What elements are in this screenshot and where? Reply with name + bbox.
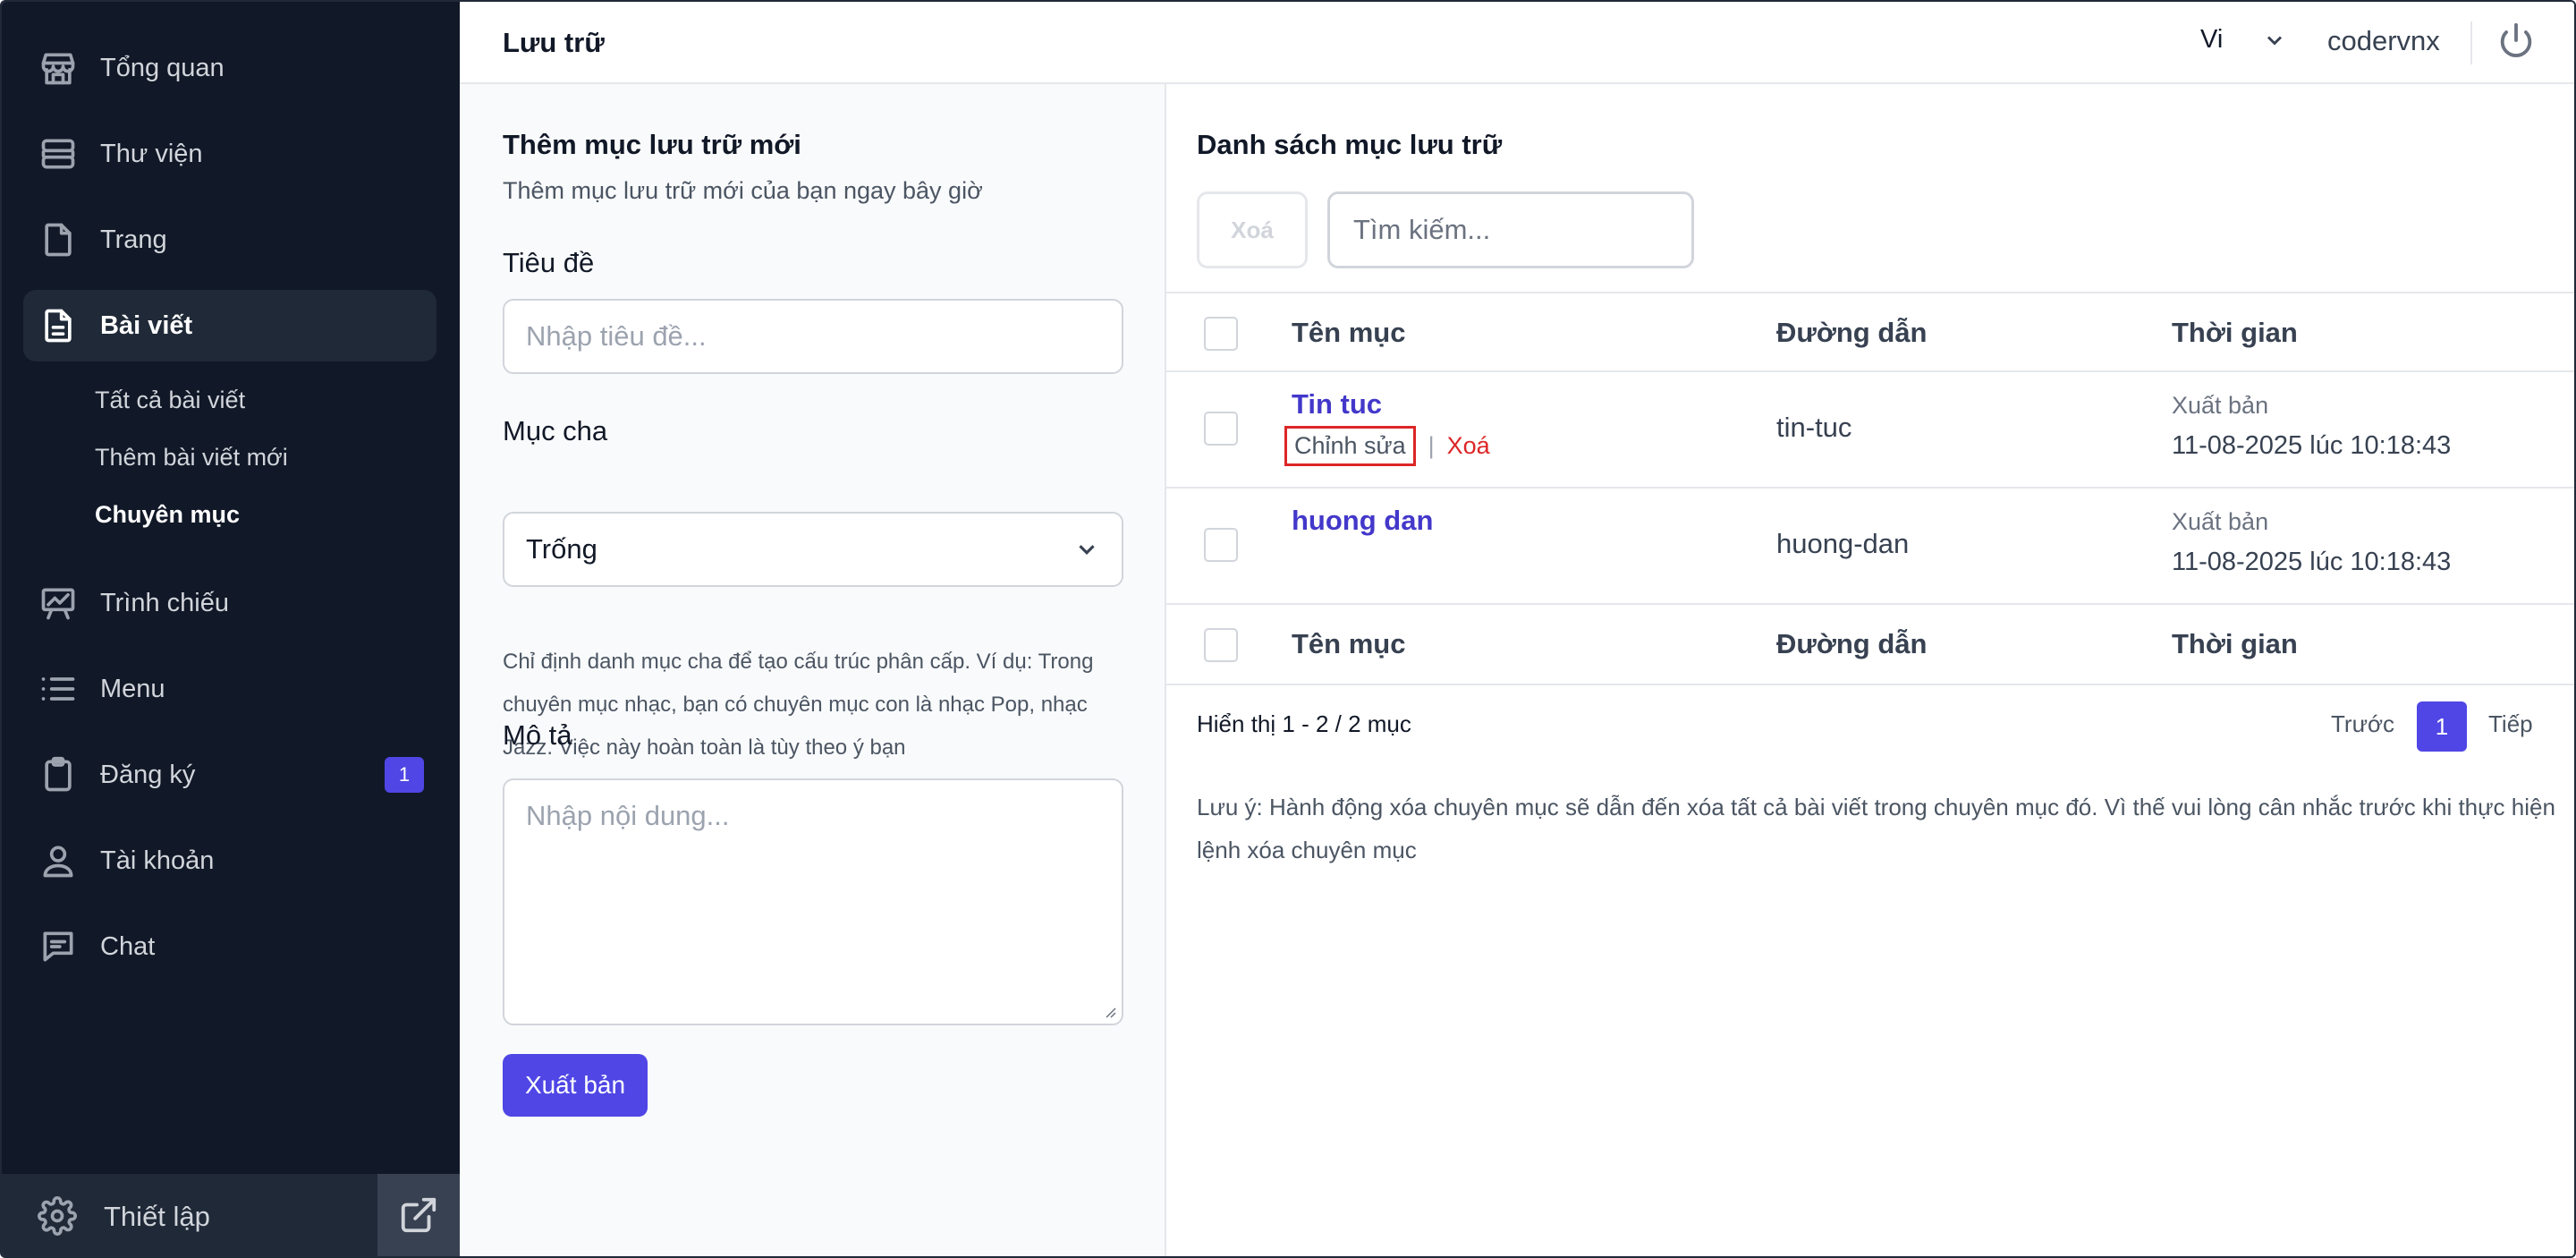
language-value: Vi <box>2200 25 2224 54</box>
list-icon <box>38 668 79 710</box>
parent-label: Mục cha <box>503 415 608 446</box>
category-list: Danh sách mục lưu trữ Xoá Tìm kiếm... Tê… <box>1166 84 2574 1256</box>
sidebar-item-library[interactable]: Thư viện <box>23 118 436 190</box>
publish-date: 11-08-2025 lúc 10:18:43 <box>2172 431 2452 460</box>
sidebar-item-label: Tổng quan <box>100 53 225 82</box>
sidebar-item-label: Thư viện <box>100 139 203 168</box>
form-heading: Thêm mục lưu trữ mới <box>503 129 801 160</box>
chat-icon <box>38 926 79 967</box>
edit-link[interactable]: Chỉnh sửa <box>1284 426 1416 466</box>
row-checkbox[interactable] <box>1204 528 1238 562</box>
user-menu[interactable]: codervnx <box>2327 25 2440 57</box>
sidebar-item-label: Tài khoản <box>100 846 215 875</box>
sidebar-item-label: Chat <box>100 931 156 961</box>
sidebar-item-overview[interactable]: Tổng quan <box>23 32 436 104</box>
select-all-checkbox[interactable] <box>1204 317 1238 351</box>
parent-select-value: Trống <box>526 533 597 565</box>
column-header-name[interactable]: Tên mục <box>1292 317 1405 349</box>
row-actions: Chỉnh sửa | Xoá <box>1284 426 1490 466</box>
sidebar-subitem-all-posts[interactable]: Tất cả bài viết <box>95 387 245 414</box>
sidebar-subitem-categories[interactable]: Chuyên mục <box>95 501 240 529</box>
add-category-form: Thêm mục lưu trữ mới Thêm mục lưu trữ mớ… <box>460 84 1166 1256</box>
resize-handle-icon[interactable] <box>1104 1006 1116 1018</box>
publish-button[interactable]: Xuất bản <box>503 1054 648 1117</box>
description-textarea[interactable]: Nhập nội dung... <box>503 778 1123 1025</box>
sidebar-item-label: Trang <box>100 225 167 254</box>
description-label: Mô tả <box>503 719 572 751</box>
header-divider <box>2470 21 2472 64</box>
user-icon <box>38 840 79 881</box>
category-slug: tin-tuc <box>1776 412 1852 443</box>
database-icon <box>38 133 79 174</box>
delete-link[interactable]: Xoá <box>1447 432 1490 460</box>
sidebar-item-label: Menu <box>100 674 165 703</box>
app-window: Tổng quan Thư viện Trang Bài viết Tất cả… <box>0 0 2576 1258</box>
select-all-checkbox-footer[interactable] <box>1204 628 1238 662</box>
settings-label: Thiết lập <box>104 1201 210 1232</box>
external-link-icon <box>398 1194 439 1240</box>
sidebar-item-account[interactable]: Tài khoản <box>23 825 436 897</box>
action-separator: | <box>1428 432 1435 459</box>
page-title: Lưu trữ <box>503 27 605 58</box>
form-subheading: Thêm mục lưu trữ mới của bạn ngay bây gi… <box>503 177 983 204</box>
parent-help-text: Chỉ định danh mục cha để tạo cấu trúc ph… <box>503 650 1094 760</box>
store-icon <box>38 47 79 89</box>
document-text-icon <box>38 305 79 346</box>
chevron-down-icon <box>2267 35 2283 46</box>
list-heading: Danh sách mục lưu trữ <box>1197 129 1503 160</box>
settings-button[interactable]: Thiết lập <box>2 1174 377 1256</box>
pagination-next[interactable]: Tiếp <box>2488 710 2533 738</box>
pagination-prev[interactable]: Trước <box>2331 710 2394 738</box>
pagination-page-current[interactable]: 1 <box>2417 701 2467 752</box>
column-header-slug[interactable]: Đường dẫn <box>1776 317 1927 349</box>
table-row: Tin tuc Chỉnh sửa | Xoá tin-tuc Xuất bản… <box>1166 372 2574 489</box>
sidebar-item-chat[interactable]: Chat <box>23 911 436 982</box>
category-name-link[interactable]: huong dan <box>1292 505 1433 537</box>
title-input[interactable]: Nhập tiêu đề... <box>503 299 1123 374</box>
open-site-button[interactable] <box>377 1174 460 1256</box>
publish-status: Xuất bản <box>2172 392 2269 419</box>
clipboard-icon <box>38 754 79 795</box>
row-checkbox[interactable] <box>1204 412 1238 446</box>
file-icon <box>38 219 79 260</box>
sidebar-item-menu[interactable]: Menu <box>23 653 436 725</box>
notification-badge: 1 <box>385 757 424 793</box>
column-footer-slug[interactable]: Đường dẫn <box>1776 628 1927 660</box>
sidebar-item-label: Bài viết <box>100 310 193 340</box>
presentation-chart-icon <box>38 582 79 624</box>
publish-status: Xuất bản <box>2172 508 2269 535</box>
table-row: huong dan huong-dan Xuất bản 11-08-2025 … <box>1166 489 2574 605</box>
sidebar-footer: Thiết lập <box>2 1174 460 1256</box>
sidebar-subitem-add-post[interactable]: Thêm bài viết mới <box>95 444 288 472</box>
delete-warning-note: Lưu ý: Hành động xóa chuyên mục sẽ dẫn đ… <box>1197 794 2555 863</box>
sidebar-item-posts[interactable]: Bài viết <box>23 290 436 361</box>
table-footer-row: Tên mục Đường dẫn Thời gian <box>1166 605 2574 685</box>
top-header: Lưu trữ Vi codervnx <box>460 2 2574 84</box>
column-header-time[interactable]: Thời gian <box>2172 317 2298 349</box>
sidebar-item-subscriptions[interactable]: Đăng ký 1 <box>23 739 436 811</box>
chevron-down-icon <box>1079 545 1095 555</box>
sidebar-item-slideshow[interactable]: Trình chiếu <box>23 567 436 639</box>
logout-button[interactable] <box>2496 20 2540 64</box>
column-footer-time[interactable]: Thời gian <box>2172 628 2298 660</box>
table-header-row: Tên mục Đường dẫn Thời gian <box>1166 292 2574 372</box>
power-icon <box>2500 22 2532 57</box>
category-name-link[interactable]: Tin tuc <box>1292 388 1382 421</box>
publish-date: 11-08-2025 lúc 10:18:43 <box>2172 548 2452 576</box>
description-placeholder: Nhập nội dung... <box>526 800 730 831</box>
sidebar-item-pages[interactable]: Trang <box>23 204 436 276</box>
category-slug: huong-dan <box>1776 528 1910 559</box>
gear-icon <box>38 1196 79 1237</box>
pagination-info: Hiển thị 1 - 2 / 2 mục <box>1197 710 1411 737</box>
search-input[interactable]: Tìm kiếm... <box>1327 191 1694 268</box>
bulk-delete-button[interactable]: Xoá <box>1197 191 1308 268</box>
column-footer-name[interactable]: Tên mục <box>1292 628 1405 660</box>
sidebar: Tổng quan Thư viện Trang Bài viết Tất cả… <box>2 2 460 1256</box>
parent-select[interactable]: Trống <box>503 512 1123 587</box>
language-select[interactable]: Vi <box>2200 25 2287 55</box>
sidebar-item-label: Đăng ký <box>100 760 196 789</box>
title-label: Tiêu đề <box>503 247 595 278</box>
sidebar-item-label: Trình chiếu <box>100 588 229 617</box>
